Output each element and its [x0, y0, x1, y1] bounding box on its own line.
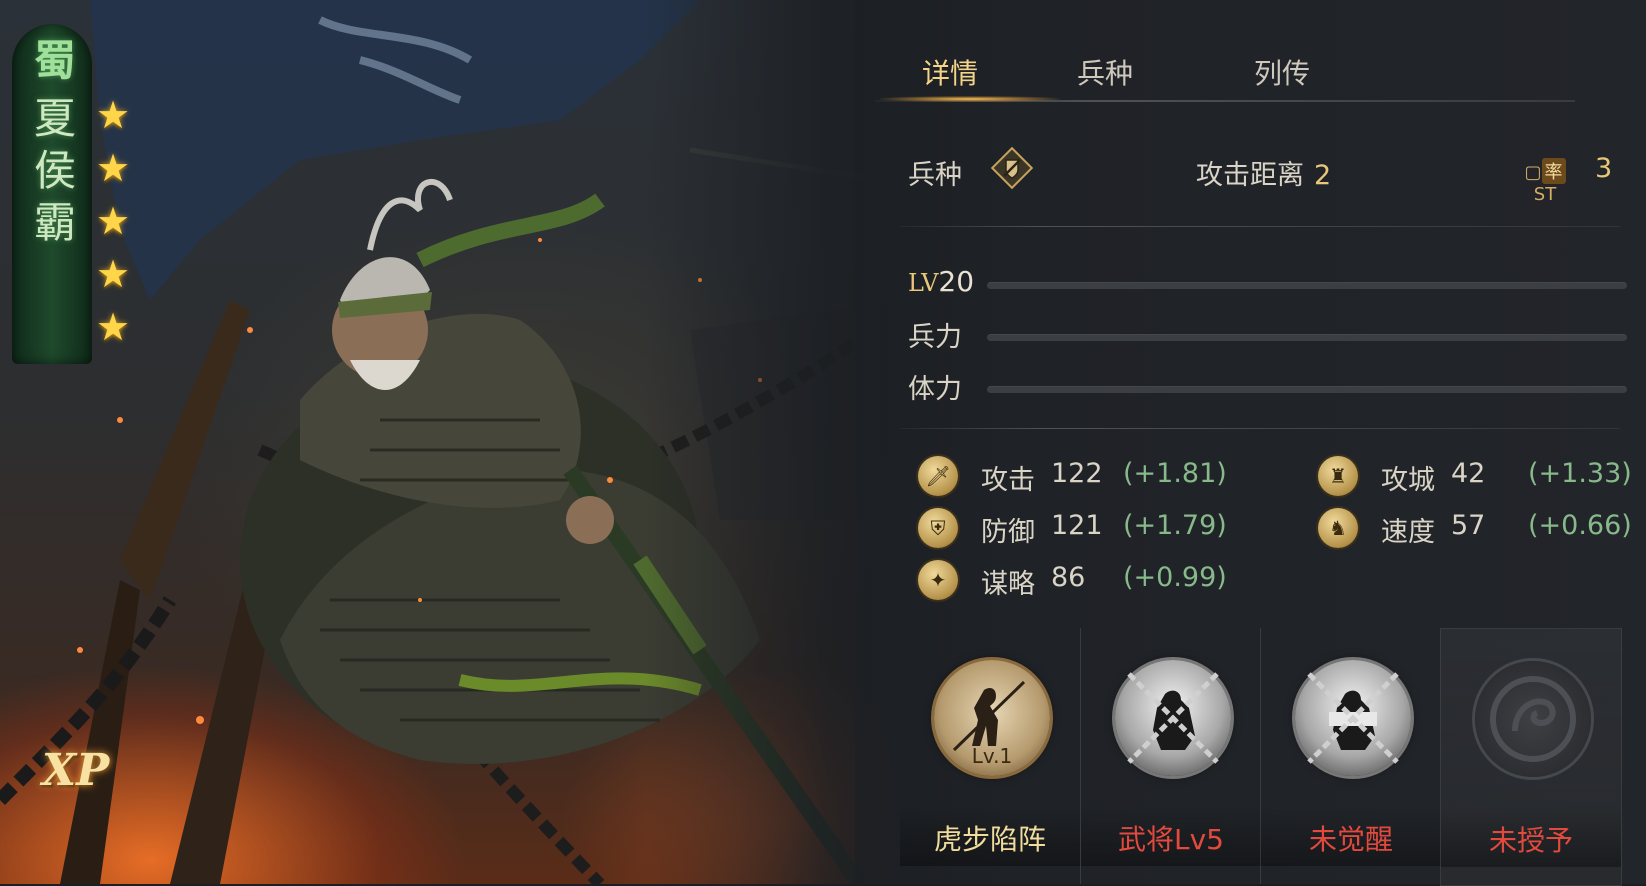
- cost-icon-label: 率: [1541, 158, 1566, 184]
- stat-bonus: (+0.66): [1528, 510, 1632, 541]
- sword-icon: 🗡: [918, 456, 958, 496]
- attack-range-label: 攻击距离: [1196, 160, 1304, 191]
- faction-label: 蜀: [27, 38, 77, 90]
- skill-name: 虎步陷阵: [933, 823, 1046, 856]
- tab-troop-type[interactable]: 兵种: [1035, 52, 1175, 92]
- stamina-bar: [987, 386, 1627, 393]
- stat-value: 121: [1051, 510, 1103, 541]
- stat-bonus: (+1.81): [1123, 458, 1227, 489]
- tab-details[interactable]: 详情: [880, 52, 1020, 92]
- star-icon: ★: [95, 93, 131, 137]
- cost-value: 3: [1595, 153, 1613, 184]
- stat-defense: ⛨ 防御 121 (+1.79): [918, 508, 1238, 552]
- troops-label: 兵力: [908, 322, 962, 353]
- skill-slot-1[interactable]: Lv.1 虎步陷阵: [900, 628, 1080, 884]
- stamina-label: 体力: [908, 374, 962, 405]
- stat-name: 攻击: [981, 465, 1035, 496]
- level-value: 20: [938, 265, 975, 298]
- star-icon: ★: [95, 199, 131, 243]
- cost-icon: ▢ 率ST: [1515, 158, 1575, 205]
- star-rating: ★ ★ ★ ★ ★: [94, 96, 134, 361]
- skill-icon[interactable]: Lv.1: [934, 660, 1050, 776]
- stat-bonus: (+1.33): [1528, 458, 1632, 489]
- level-prefix: LV: [908, 269, 939, 297]
- xp-badge: XP: [42, 745, 110, 796]
- tab-biography[interactable]: 列传: [1212, 52, 1352, 92]
- stat-bonus: (+0.99): [1123, 562, 1227, 593]
- locked-skill-icon[interactable]: [1115, 660, 1231, 776]
- star-icon: ★: [95, 252, 131, 296]
- empty-skill-icon[interactable]: [1475, 661, 1591, 777]
- stat-name: 谋略: [981, 569, 1035, 600]
- exp-bar: [987, 282, 1627, 289]
- hero-artwork: [0, 0, 905, 884]
- strategy-icon: ✦: [918, 560, 958, 600]
- stat-bonus: (+1.79): [1123, 510, 1227, 541]
- attack-range-value: 2: [1314, 160, 1332, 191]
- hero-name: 夏侯霸: [27, 96, 77, 252]
- shield-icon: ⛨: [918, 508, 958, 548]
- divider: [900, 226, 1620, 227]
- skill-level: Lv.1: [971, 744, 1013, 768]
- stat-name: 防御: [981, 517, 1035, 548]
- skill-slots: Lv.1 虎步陷阵 武将Lv5 未觉醒 未授予: [900, 628, 1622, 886]
- skill-name: 未觉醒: [1308, 823, 1393, 856]
- stat-attack: 🗡 攻击 122 (+1.81): [918, 456, 1238, 500]
- horse-icon: ♞: [1318, 508, 1358, 548]
- stat-value: 42: [1451, 458, 1486, 489]
- stat-name: 攻城: [1381, 465, 1435, 496]
- stat-strategy: ✦ 谋略 86 (+0.99): [918, 560, 1238, 604]
- stat-value: 57: [1451, 510, 1486, 541]
- attack-range: 攻击距离 2: [1196, 153, 1331, 192]
- stat-siege: ♜ 攻城 42 (+1.33): [1318, 456, 1638, 500]
- unit-type-label: 兵种: [908, 160, 962, 191]
- stat-value: 86: [1051, 562, 1086, 593]
- castle-icon: ♜: [1318, 456, 1358, 496]
- skill-slot-4[interactable]: 未授予: [1440, 628, 1622, 886]
- shield-sword-icon[interactable]: [990, 146, 1034, 190]
- star-icon: ★: [95, 146, 131, 190]
- level-label: LV20: [908, 265, 974, 298]
- skill-slot-3[interactable]: 未觉醒: [1260, 628, 1441, 884]
- locked-skill-icon[interactable]: [1295, 660, 1411, 776]
- skill-slot-2[interactable]: 武将Lv5: [1080, 628, 1261, 884]
- star-icon: ★: [95, 305, 131, 349]
- stat-value: 122: [1051, 458, 1103, 489]
- hero-name-banner: 蜀 夏侯霸: [12, 38, 92, 252]
- divider: [900, 428, 1620, 429]
- skill-name: 武将Lv5: [1118, 823, 1224, 856]
- skill-name: 未授予: [1488, 824, 1573, 857]
- troops-bar: [987, 334, 1627, 341]
- active-tab-indicator: [880, 96, 1060, 102]
- stat-speed: ♞ 速度 57 (+0.66): [1318, 508, 1638, 552]
- stat-name: 速度: [1381, 517, 1435, 548]
